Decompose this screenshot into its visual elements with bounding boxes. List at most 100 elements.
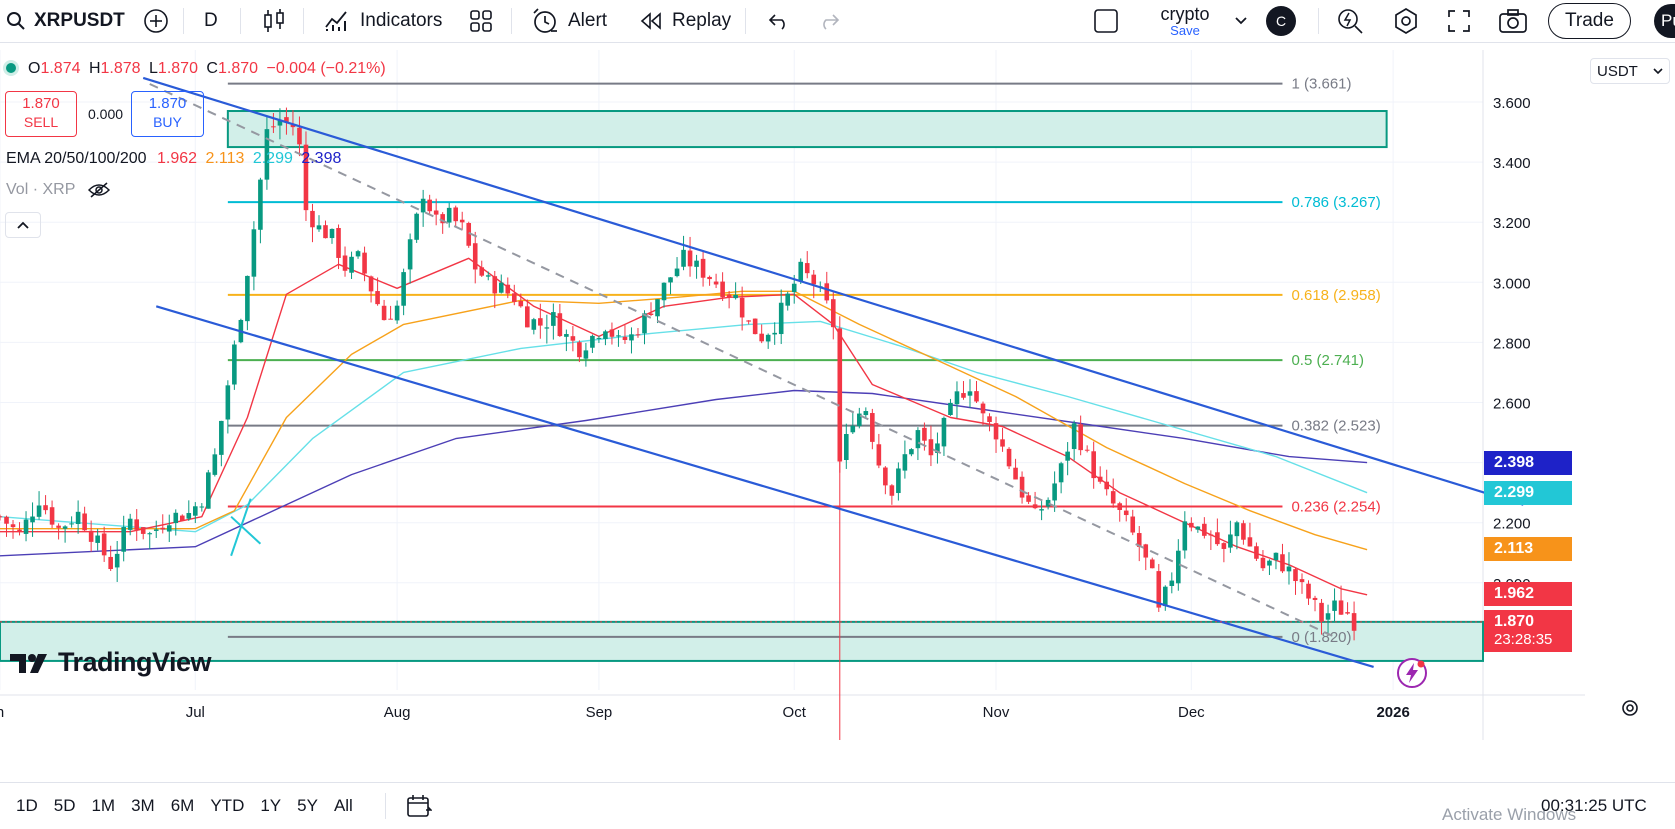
- volume-legend[interactable]: Vol · XRP: [6, 181, 110, 199]
- publish-button[interactable]: Pu: [1654, 0, 1675, 42]
- currency-select[interactable]: USDT: [1590, 58, 1670, 84]
- sell-button[interactable]: 1.870 SELL: [5, 91, 77, 137]
- candle-body: [479, 267, 485, 276]
- trade-label: Trade: [1548, 3, 1631, 39]
- candle-body: [381, 305, 387, 321]
- candle-body: [459, 219, 465, 223]
- candle-body: [1332, 600, 1337, 611]
- redo-button[interactable]: [818, 0, 840, 42]
- redo-icon: [818, 12, 840, 30]
- candle-body: [1286, 566, 1292, 572]
- timeframe-ytd-button[interactable]: YTD: [202, 796, 252, 816]
- candle-body: [30, 516, 35, 523]
- candle-body: [1078, 424, 1083, 451]
- candle-body: [1065, 451, 1070, 461]
- candle-body: [1306, 583, 1311, 599]
- candle-body: [1032, 504, 1038, 509]
- layout-toggle-button[interactable]: [1093, 0, 1119, 42]
- candle-body: [1319, 602, 1324, 622]
- candle-body: [557, 313, 563, 337]
- eye-crossed-icon[interactable]: [87, 182, 110, 198]
- timeframe-1m-button[interactable]: 1M: [83, 796, 123, 816]
- candle-body: [909, 449, 914, 455]
- candle-body: [23, 519, 29, 534]
- candle-body: [153, 529, 159, 531]
- candle-body: [629, 334, 634, 341]
- high-label: H: [88, 60, 101, 77]
- compare-button[interactable]: [143, 0, 169, 42]
- timeframe-1y-button[interactable]: 1Y: [252, 796, 289, 816]
- timeframe-3m-button[interactable]: 3M: [123, 796, 163, 816]
- candle-body: [160, 527, 166, 530]
- candle-body: [1091, 451, 1096, 479]
- quick-search-button[interactable]: [1336, 0, 1364, 42]
- candle-body: [342, 255, 348, 271]
- candle-body: [485, 275, 491, 277]
- snapshot-button[interactable]: [1498, 0, 1528, 42]
- alert-button[interactable]: Alert: [531, 0, 607, 42]
- candle-body: [1202, 523, 1207, 536]
- timeframe-6m-button[interactable]: 6M: [163, 796, 203, 816]
- axis-settings-button[interactable]: [1620, 698, 1640, 718]
- tradingview-logo[interactable]: TradingView: [10, 647, 212, 678]
- candle-body: [1254, 546, 1259, 559]
- chart-type-button[interactable]: [262, 0, 286, 42]
- ema-legend[interactable]: EMA 20/50/100/200 1.962 2.113 2.299 2.39…: [6, 150, 341, 168]
- timeframe-1d-button[interactable]: 1D: [8, 796, 46, 816]
- fullscreen-button[interactable]: [1447, 0, 1471, 42]
- account-avatar[interactable]: C: [1266, 0, 1296, 42]
- candle-body: [17, 529, 22, 532]
- chart-area[interactable]: 1 (3.661) 0.786 (3.267) 0.618 (2.958) 0.5 (…: [0, 50, 1670, 740]
- candle-body: [733, 294, 738, 299]
- candle-body: [1221, 543, 1227, 549]
- candle-body: [1260, 557, 1266, 569]
- grid-icon: [469, 9, 493, 33]
- ema50-value: 2.113: [205, 150, 245, 167]
- bottom-toolbar: 1D 5D 1M 3M 6M YTD 1Y 5Y All Activate Windows 00…: [0, 782, 1675, 829]
- interval-button[interactable]: D: [204, 0, 218, 42]
- candle-body: [1104, 481, 1109, 490]
- candle-body: [166, 525, 172, 532]
- trade-shortcut-button[interactable]: [1396, 657, 1428, 689]
- buy-button[interactable]: 1.870 BUY: [131, 91, 204, 137]
- open-value: 1.874: [40, 60, 81, 77]
- x-tick-label: n: [0, 704, 4, 721]
- candle-body: [329, 228, 335, 239]
- candle-body: [1110, 491, 1116, 504]
- brand-name: TradingView: [58, 647, 212, 677]
- candle-body: [1162, 586, 1168, 607]
- candle-body: [108, 556, 113, 570]
- candle-body: [95, 535, 100, 543]
- trade-button[interactable]: Trade: [1548, 0, 1631, 42]
- fib-level-label: 1 (3.661): [1291, 76, 1351, 93]
- symbol-search-button[interactable]: XRPUSDT: [6, 0, 125, 42]
- candle-body: [896, 468, 901, 494]
- undo-button[interactable]: [768, 0, 790, 42]
- layout-name-button[interactable]: crypto Save: [1145, 0, 1225, 42]
- candle-body: [212, 454, 218, 475]
- timeframe-all-button[interactable]: All: [326, 796, 361, 816]
- settings-button[interactable]: [1392, 0, 1420, 42]
- candle-body: [954, 391, 960, 405]
- candle-body: [323, 225, 328, 239]
- candle-body: [844, 434, 849, 461]
- square-icon: [1093, 8, 1119, 34]
- timeframe-5y-button[interactable]: 5Y: [289, 796, 326, 816]
- utc-clock[interactable]: 00:31:25 UTC: [1541, 783, 1647, 829]
- candle-body: [388, 318, 393, 320]
- layout-name: crypto: [1160, 4, 1210, 24]
- date-range-button[interactable]: [406, 783, 432, 829]
- y-tick-label: 2.200: [1493, 516, 1531, 533]
- timeframe-5d-button[interactable]: 5D: [46, 796, 84, 816]
- candle-body: [1117, 503, 1123, 510]
- timeframe-buttons: 1D 5D 1M 3M 6M YTD 1Y 5Y All: [8, 783, 361, 829]
- replay-button[interactable]: Replay: [640, 0, 731, 42]
- indicators-button[interactable]: Indicators: [324, 0, 442, 42]
- candle-body: [401, 272, 406, 306]
- collapse-legend-button[interactable]: [5, 212, 41, 238]
- candle-body: [1267, 560, 1272, 566]
- layout-menu-button[interactable]: [1234, 0, 1248, 42]
- candle-body: [355, 251, 361, 257]
- templates-button[interactable]: [469, 0, 493, 42]
- candle-body: [648, 313, 654, 315]
